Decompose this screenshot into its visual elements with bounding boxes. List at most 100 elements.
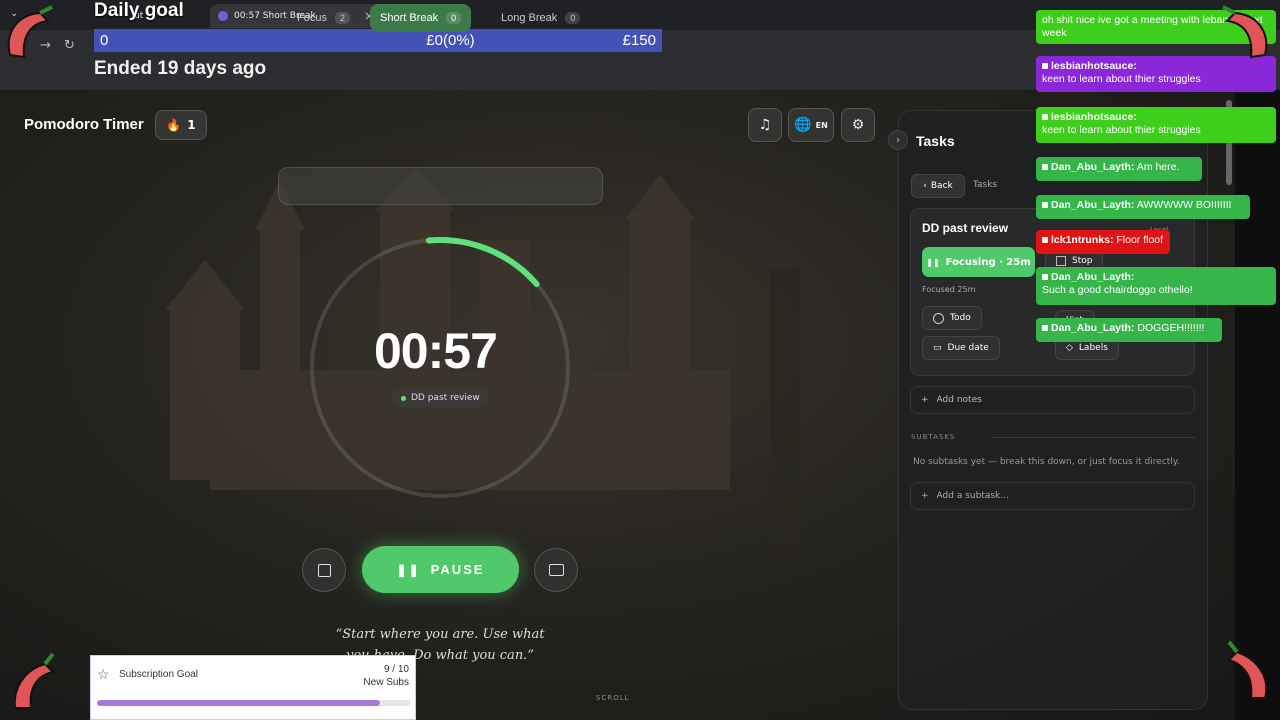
subscription-goal-widget: ☆ Subscription Goal 9 / 10 New Subs [90, 655, 416, 720]
timer-display: 00:57 [374, 323, 498, 379]
language-button[interactable]: 🌐 EN [788, 108, 834, 142]
gear-icon: ⚙ [851, 117, 865, 133]
tab-short-break-label: Short Break [380, 12, 439, 24]
donation-goal-start: 0 [100, 32, 109, 49]
status-todo-pill[interactable]: Todo [922, 306, 982, 330]
badge-icon [1042, 325, 1048, 331]
badge-icon [1042, 202, 1048, 208]
chevron-right-icon: › [896, 134, 900, 146]
settings-button[interactable]: ⚙ [841, 108, 875, 142]
task-title[interactable]: DD past review [922, 221, 1008, 235]
right-edge [1235, 90, 1280, 720]
subtasks-heading: SUBTASKS [911, 433, 956, 441]
app-title: Pomodoro Timer [24, 116, 144, 133]
chat-message: Dan_Abu_Layth: Such a good chairdoggo ot… [1036, 267, 1276, 305]
donation-goal-title: Daily goal [94, 0, 184, 21]
plus-icon: + [921, 395, 929, 405]
music-icon: ♫ [758, 117, 772, 133]
subscription-goal-unit: New Subs [363, 677, 409, 688]
active-dot-icon [401, 395, 406, 401]
picture-in-picture-icon [548, 564, 564, 576]
chat-user: lesbianhotsauce: [1051, 111, 1137, 123]
badge-icon [1042, 274, 1048, 280]
chat-user: lck1ntrunks: [1051, 234, 1114, 246]
chat-text: keen to learn about thier struggles [1042, 124, 1201, 136]
chat-text: Such a good chairdoggo othello! [1042, 284, 1193, 296]
chat-user: Dan_Abu_Layth: [1051, 322, 1135, 334]
focusing-label: Focusing · 25m [945, 256, 1031, 268]
tab-short-break[interactable]: Short Break 0 [370, 4, 472, 32]
subtasks-divider [992, 437, 1195, 438]
add-notes-label: Add notes [936, 395, 982, 405]
collapse-panel-button[interactable]: › [888, 130, 908, 150]
subscription-goal-track [97, 700, 411, 706]
add-notes-button[interactable]: + Add notes [910, 386, 1195, 414]
status-todo-label: Todo [950, 313, 971, 323]
tasks-title: Tasks [916, 133, 955, 149]
streak-count: 1 [187, 118, 196, 132]
stop-button[interactable] [302, 548, 346, 592]
chat-user: Dan_Abu_Layth: [1051, 161, 1135, 173]
chili-pepper-icon [13, 652, 55, 709]
subscription-goal-title: Subscription Goal [119, 669, 198, 680]
tab-focus-label: Focus [297, 12, 327, 24]
music-button[interactable]: ♫ [748, 108, 782, 142]
chat-message: Dan_Abu_Layth: DOGGEH!!!!!!! [1036, 318, 1222, 342]
pause-button[interactable]: ❚❚ PAUSE [362, 546, 519, 593]
current-task-chip[interactable]: DD past review [392, 389, 489, 407]
calendar-icon: ▭ [933, 343, 942, 353]
add-subtask-input[interactable]: + Add a subtask... [910, 482, 1195, 510]
badge-icon [1042, 164, 1048, 170]
tag-icon: ◇ [1066, 343, 1073, 353]
pause-icon: ❚❚ [396, 562, 421, 577]
chat-text: AWWWWW BOIIIIIII [1136, 199, 1232, 211]
back-label: Back [930, 181, 953, 191]
reload-icon[interactable]: ↻ [64, 38, 75, 53]
due-date-pill[interactable]: ▭ Due date [922, 336, 1000, 360]
pip-button[interactable] [534, 548, 578, 592]
chili-pepper-icon [7, 5, 53, 59]
due-date-label: Due date [947, 343, 989, 353]
chat-user: Dan_Abu_Layth: [1051, 199, 1135, 211]
donation-goal-target: £150 [622, 32, 656, 49]
square-icon [317, 563, 331, 577]
chat-text: Floor floof [1116, 234, 1164, 246]
tab-short-break-count: 0 [446, 12, 462, 24]
chat-text: keen to learn about thier struggles [1042, 73, 1201, 85]
flame-icon: 🔥 [166, 118, 182, 132]
circle-icon [933, 312, 944, 324]
breadcrumb: Tasks [973, 180, 998, 190]
streak-badge[interactable]: 🔥 1 [155, 110, 207, 140]
chat-message: lck1ntrunks: Floor floof [1036, 230, 1170, 254]
badge-icon [1042, 237, 1048, 243]
pause-icon: ❚❚ [926, 257, 940, 267]
scroll-hint: SCROLL [596, 694, 630, 702]
chat-message: lesbianhotsauce: keen to learn about thi… [1036, 107, 1276, 143]
subscription-goal-fill [97, 700, 380, 706]
donation-goal-status: Ended 19 days ago [94, 58, 267, 79]
checkbox-icon [1056, 256, 1066, 266]
tab-focus[interactable]: Focus 2 [287, 4, 360, 32]
back-button[interactable]: ‹ Back [911, 174, 965, 198]
chat-user: lesbianhotsauce: [1051, 60, 1137, 72]
subscription-goal-value: 9 / 10 [383, 664, 409, 675]
chat-text: Am here. [1136, 161, 1180, 173]
no-subtasks-text: No subtasks yet — break this down, or ju… [913, 457, 1180, 467]
badge-icon [1042, 63, 1048, 69]
chat-message: Dan_Abu_Layth: Am here. [1036, 157, 1202, 181]
chat-user: Dan_Abu_Layth: [1051, 271, 1135, 283]
tab-long-break-count: 0 [565, 12, 581, 24]
quote-line-1: “Start where you are. Use what [335, 627, 545, 642]
tab-long-break-label: Long Break [501, 12, 558, 24]
focusing-button[interactable]: ❚❚ Focusing · 25m [922, 247, 1035, 277]
donation-goal-progress: £0(0%) [426, 32, 475, 49]
language-label: EN [815, 120, 828, 130]
chat-message: Dan_Abu_Layth: AWWWWW BOIIIIIII [1036, 195, 1250, 219]
tab-long-break[interactable]: Long Break 0 [491, 4, 590, 32]
chili-pepper-icon [1227, 640, 1268, 699]
add-subtask-label: Add a subtask... [936, 491, 1009, 501]
chat-text: DOGGEH!!!!!!! [1137, 322, 1205, 334]
current-task-label: DD past review [411, 393, 480, 403]
chili-pepper-icon [1222, 5, 1268, 59]
donation-goal-bar: 0 £0(0%) £150 [94, 29, 662, 52]
